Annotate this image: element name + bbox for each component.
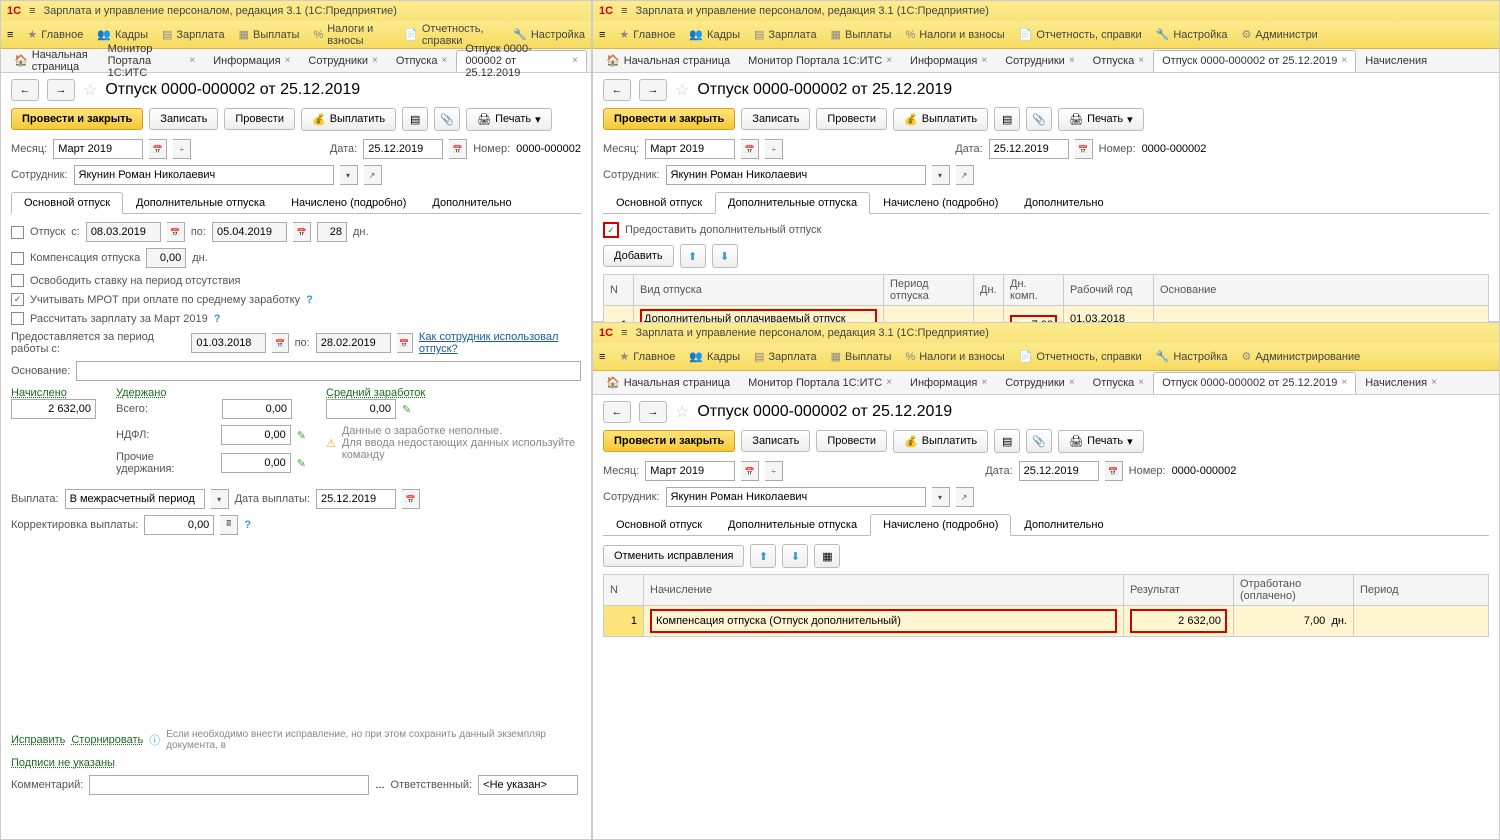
nachisleno-input[interactable]: [11, 399, 96, 419]
tab-sotr[interactable]: Сотрудники×: [299, 50, 386, 72]
date-start-input[interactable]: [86, 222, 161, 242]
korr-input[interactable]: [144, 515, 214, 535]
otmenit-button[interactable]: Отменить исправления: [603, 545, 744, 567]
date-end-input[interactable]: [212, 222, 287, 242]
spinner-icon[interactable]: ÷: [173, 139, 191, 159]
comment-input[interactable]: [89, 775, 369, 795]
formtab-nachp[interactable]: Начислено (подробно): [278, 192, 419, 214]
menu-main[interactable]: ★Главное: [27, 28, 83, 41]
calendar-icon[interactable]: 📅: [149, 139, 167, 159]
menu-kadry[interactable]: 👥Кадры: [97, 28, 148, 41]
logo-1c: 1C: [7, 5, 21, 17]
period-end[interactable]: [316, 333, 391, 353]
info-icon: ⓘ: [149, 732, 160, 748]
nachisleno-link[interactable]: Начислено: [11, 387, 96, 399]
menu-zarplata[interactable]: ▤Зарплата: [162, 28, 225, 41]
menu-vyplaty[interactable]: ▦Выплаты: [239, 28, 300, 41]
provesti-button[interactable]: Провести: [224, 108, 295, 130]
stornirovat-link[interactable]: Сторнировать: [71, 734, 143, 746]
close-icon[interactable]: ×: [189, 55, 195, 66]
date-input[interactable]: [363, 139, 443, 159]
edit-icon[interactable]: ✎: [297, 429, 306, 442]
employee-input[interactable]: [74, 165, 334, 185]
responsible-input[interactable]: [478, 775, 578, 795]
uderzhano-link[interactable]: Удержано: [116, 387, 306, 399]
nav-fwd[interactable]: →: [47, 79, 75, 101]
tab-monitor[interactable]: Монитор Портала 1С:ИТС×: [99, 50, 205, 72]
table-row[interactable]: 1 Компенсация отпуска (Отпуск дополнител…: [604, 606, 1489, 637]
provesti-zakryt-button[interactable]: Провести и закрыть: [11, 108, 143, 130]
period-start[interactable]: [191, 333, 266, 353]
titlebar: 1C ≡ Зарплата и управление персоналом, р…: [1, 1, 591, 21]
dobavit-button[interactable]: Добавить: [603, 245, 674, 267]
rasch-checkbox[interactable]: [11, 312, 24, 325]
star-icon[interactable]: ☆: [83, 80, 97, 100]
doc-title: Отпуск 0000-000002 от 25.12.2019: [105, 81, 360, 99]
number-value: 0000-000002: [516, 143, 581, 155]
tab-home[interactable]: 🏠 Начальная страница: [5, 50, 99, 72]
menu-nalogi[interactable]: %Налоги и взносы: [313, 23, 390, 47]
vyplata-select[interactable]: [65, 489, 205, 509]
edit-icon[interactable]: ✎: [402, 403, 411, 416]
ispravit-link[interactable]: Исправить: [11, 734, 65, 746]
komp-input[interactable]: [146, 248, 186, 268]
formtab-dopn[interactable]: Дополнительно: [419, 192, 524, 214]
pechat-button[interactable]: 🖨 Печать ▾: [466, 108, 552, 131]
usage-link[interactable]: Как сотрудник использовал отпуск?: [419, 331, 581, 355]
nav-back[interactable]: ←: [11, 79, 39, 101]
warning-icon: ⚠: [326, 437, 336, 450]
tab-info[interactable]: Информация×: [204, 50, 299, 72]
komp-checkbox[interactable]: [11, 252, 24, 265]
help-icon[interactable]: ?: [244, 519, 251, 531]
calendar-icon[interactable]: 📅: [449, 139, 467, 159]
table-icon[interactable]: ▦: [814, 544, 840, 568]
nach-table: NНачислениеРезультатОтработано (оплачено…: [603, 574, 1489, 637]
help-icon[interactable]: ?: [214, 313, 221, 325]
burger-icon[interactable]: ≡: [29, 5, 35, 17]
otpusk-label: Отпуск: [30, 226, 65, 238]
open-icon[interactable]: ↗: [364, 165, 382, 185]
osnovanie-input[interactable]: [76, 361, 581, 381]
month-input[interactable]: [53, 139, 143, 159]
help-icon[interactable]: ?: [306, 294, 313, 306]
sredniy-link[interactable]: Средний заработок: [326, 387, 581, 399]
employee-label: Сотрудник:: [11, 169, 68, 181]
tab-otp[interactable]: Отпуска×: [387, 50, 456, 72]
dropdown-icon[interactable]: ▾: [340, 165, 358, 185]
vyplatit-button[interactable]: 💰 Выплатить: [301, 108, 396, 131]
tab-doc[interactable]: Отпуск 0000-000002 от 25.12.2019×: [456, 50, 587, 72]
list-icon[interactable]: ▤: [402, 107, 428, 131]
formtab-osn[interactable]: Основной отпуск: [11, 192, 123, 214]
days-input[interactable]: [317, 222, 347, 242]
mrot-checkbox[interactable]: ✓: [11, 293, 24, 306]
down-icon[interactable]: ⬇: [712, 244, 738, 268]
expand-icon[interactable]: ...: [375, 779, 384, 791]
osvob-checkbox[interactable]: [11, 274, 24, 287]
burger-icon[interactable]: ≡: [7, 29, 13, 41]
edit-icon[interactable]: ✎: [297, 457, 306, 470]
zapisat-button[interactable]: Записать: [149, 108, 218, 130]
tabbar: 🏠 Начальная страница Монитор Портала 1С:…: [1, 49, 591, 73]
date-label: Дата:: [330, 143, 357, 155]
up-icon[interactable]: ⬆: [680, 244, 706, 268]
number-label: Номер:: [473, 143, 510, 155]
formtab-dop[interactable]: Дополнительные отпуска: [123, 192, 278, 214]
attach-icon[interactable]: 📎: [434, 107, 460, 131]
app-title: Зарплата и управление персоналом, редакц…: [43, 5, 396, 17]
month-label: Месяц:: [11, 143, 47, 155]
podpisi-link[interactable]: Подписи не указаны: [11, 757, 115, 769]
pred-dop-checkbox[interactable]: ✓: [603, 222, 619, 238]
otpusk-checkbox[interactable]: [11, 226, 24, 239]
menu-nastroika[interactable]: 🔧Настройка: [513, 28, 585, 41]
vyplata-date[interactable]: [316, 489, 396, 509]
